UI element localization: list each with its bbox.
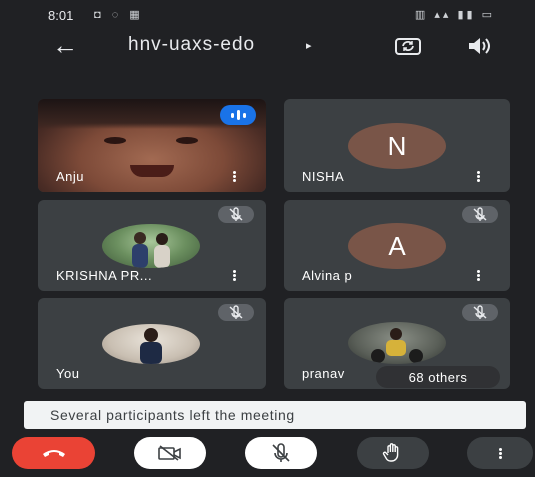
mic-off-icon [473,305,487,319]
mic-toggle-button[interactable] [245,437,317,469]
back-arrow-icon[interactable]: ← [52,30,78,60]
participant-name: pranav [302,366,345,381]
avatar [348,322,446,364]
mic-muted-badge [462,304,498,321]
meeting-details-arrow-icon[interactable]: ▸ [306,39,312,52]
more-options-button[interactable] [467,437,533,469]
others-count-badge[interactable]: 68 others [376,366,500,388]
raise-hand-button[interactable] [357,437,429,469]
raise-hand-icon [382,443,399,462]
audio-output-icon[interactable] [465,34,493,63]
more-options-icon[interactable] [232,170,236,184]
participant-tile-nisha[interactable]: N NISHA [284,99,510,192]
status-bar: 8:01 ◘ ◌ ▦ ▥ ▴▴ ▮▮ ▭ [0,0,535,30]
participant-name: KRISHNA PR... [56,268,153,283]
participant-name: NISHA [302,169,345,184]
status-time: 8:01 [48,8,74,23]
avatar [102,224,200,268]
meeting-header: ← hnv-uaxs-edo ▸ [0,30,535,64]
mic-muted-badge [218,304,254,321]
toast-message: Several participants left the meeting [50,407,295,423]
more-options-icon[interactable] [476,269,480,283]
mic-muted-badge [218,206,254,223]
more-options-icon[interactable] [476,170,480,184]
participant-name: Alvina p [302,268,353,283]
phone-hangup-icon [42,450,65,457]
participant-tile-alvina[interactable]: A Alvina p [284,200,510,291]
camera-toggle-button[interactable] [134,437,206,469]
avatar: A [348,223,446,269]
avatar [102,324,200,364]
mic-off-icon [229,207,243,221]
mic-muted-badge [462,206,498,223]
camera-off-icon [158,445,181,461]
participant-name: Anju [56,169,85,184]
meeting-code[interactable]: hnv-uaxs-edo [128,34,255,56]
mic-off-icon [229,305,243,319]
avatar: N [348,123,446,169]
more-vert-icon [498,447,502,460]
more-options-icon[interactable] [232,269,236,283]
participant-name: You [56,366,80,381]
participant-tile-krishna[interactable]: KRISHNA PR... [38,200,266,291]
switch-camera-icon[interactable] [393,34,423,63]
participant-tile-you[interactable]: You [38,298,266,389]
end-call-button[interactable] [12,437,95,469]
participant-tile-anju[interactable]: Anju [38,99,266,192]
notification-toast: Several participants left the meeting [24,401,526,429]
mic-off-icon [473,207,487,221]
notification-icons: ◘ ◌ ▦ [94,9,144,21]
mic-off-icon [272,443,290,462]
system-status-icons: ▥ ▴▴ ▮▮ ▭ [414,9,495,21]
speaking-indicator-icon [220,105,256,125]
